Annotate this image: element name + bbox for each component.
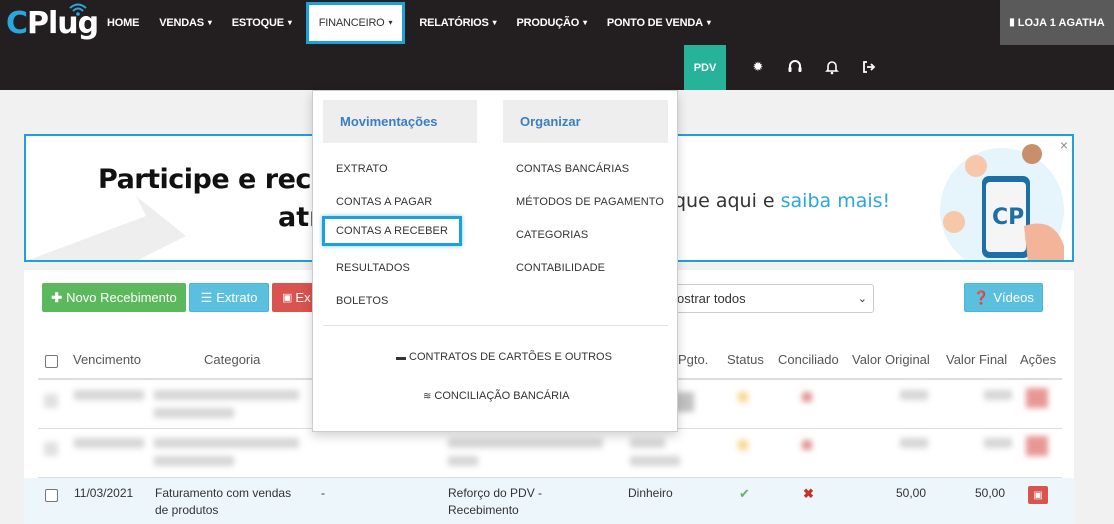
caret-down-icon: ▾ [492,18,497,27]
caret-down-icon: ▾ [207,18,212,27]
sign-out-icon[interactable] [861,59,877,75]
store-label: LOJA 1 AGATHA [1017,16,1105,29]
check-icon: ✔ [739,486,750,501]
store-selector[interactable]: ▮ LOJA 1 AGATHA [1000,0,1114,45]
delete-button[interactable]: ▣ [1028,486,1048,504]
select-all-checkbox[interactable] [45,355,58,368]
menu-item-extrato[interactable]: EXTRATO [336,163,388,175]
question-circle-icon: ❓ [973,289,990,305]
cell-valor-original: 50,00 [896,486,927,500]
secondary-bar: PDV ✹ [0,45,1114,90]
nav-producao[interactable]: PRODUÇÃO ▾ [507,0,597,45]
x-icon: ✖ [803,486,814,501]
menu-item-contas-bancarias[interactable]: CONTAS BANCÁRIAS [516,163,629,175]
cell-pgto: Dinheiro [628,486,673,500]
col-pgto[interactable]: Pgto. [678,352,708,367]
nav-ponto-de-venda[interactable]: PONTO DE VENDA ▾ [597,0,721,45]
menu-item-contratos[interactable]: ▬ CONTRATOS DE CARTÕES E OUTROS [396,351,612,363]
list-icon: ☰ [200,289,213,305]
close-icon[interactable]: × [1060,137,1068,153]
menu-heading-organizar: Organizar [503,100,668,143]
table-row-blurred [38,430,1062,478]
filter-select[interactable]: ostrar todos ⌄ [650,284,874,313]
banner-cta-text: que aqui e saiba mais! [674,190,891,212]
nav-relatorios[interactable]: RELATÓRIOS ▾ [409,0,506,45]
row-checkbox[interactable] [45,489,58,502]
menu-item-contabilidade[interactable]: CONTABILIDADE [516,262,605,274]
money-icon: ≋ [423,390,432,402]
menu-divider [323,325,668,326]
menu-item-metodos-de-pagamento[interactable]: MÉTODOS DE PAGAMENTO [516,196,664,208]
menu-item-categorias[interactable]: CATEGORIAS [516,229,588,241]
phone-illustration: CP [940,144,1064,260]
caret-down-icon: ▾ [706,18,711,27]
nav-financeiro[interactable]: FINANCEIRO ▾ [305,1,406,44]
videos-button[interactable]: ❓ Vídeos [964,283,1043,312]
cplug-logo[interactable]: CPlug [6,3,99,42]
trash-icon: ▣ [282,292,293,304]
caret-down-icon: ▾ [287,18,292,27]
main-nav: HOME VENDAS ▾ ESTOQUE ▾ FINANCEIRO ▾ RELATÓ… [97,0,721,45]
building-icon: ▮ [1009,17,1015,28]
cell-descricao: Reforço do PDV - Recebimento [448,486,543,517]
pdv-button[interactable]: PDV [684,45,726,90]
gear-icon[interactable]: ✹ [750,59,766,75]
caret-down-icon: ▾ [388,18,393,27]
chevron-down-icon: ⌄ [857,293,867,305]
bell-icon[interactable] [824,59,840,75]
caret-down-icon: ▾ [583,18,587,27]
new-receipt-button[interactable]: ✚ Novo Recebimento [42,283,186,312]
menu-item-resultados[interactable]: RESULTADOS [336,262,410,274]
nav-vendas[interactable]: VENDAS ▾ [149,0,221,45]
menu-item-boletos[interactable]: BOLETOS [336,295,388,307]
svg-text:CP: CP [992,205,1024,230]
col-valor-final[interactable]: Valor Final [946,352,1007,367]
nav-estoque[interactable]: ESTOQUE ▾ [222,0,302,45]
plus-icon: ✚ [51,289,63,305]
nav-home[interactable]: HOME [97,0,149,45]
col-vencimento[interactable]: Vencimento [73,352,141,367]
col-acoes[interactable]: Ações [1020,352,1056,367]
trash-icon: ▣ [1033,489,1043,501]
cell-col3: - [321,486,325,500]
cell-categoria: Faturamento com vendas de produtos [155,486,292,517]
col-valor-original[interactable]: Valor Original [852,352,930,367]
financeiro-dropdown: Movimentações Organizar EXTRATO CONTAS A… [312,90,678,432]
menu-item-conciliacao[interactable]: ≋ CONCILIAÇÃO BANCÁRIA [423,390,569,402]
export-button[interactable]: ▣ Ex [272,283,316,312]
menu-item-contas-a-receber[interactable]: CONTAS A RECEBER [322,216,463,246]
banner-title: Participe e rece [98,164,329,195]
cell-valor-final: 50,00 [975,486,1006,500]
cell-vencimento: 11/03/2021 [74,486,134,500]
menu-item-contas-a-pagar[interactable]: CONTAS A PAGAR [336,196,432,208]
banner-link: saiba mais [780,190,883,212]
extrato-button[interactable]: ☰ Extrato [189,283,269,312]
wifi-icon [69,3,87,16]
menu-heading-movimentacoes: Movimentações [323,100,477,143]
top-navbar: CPlug HOME VENDAS ▾ ESTOQUE ▾ FINANCEIRO ▾ … [0,0,1114,45]
col-conciliado[interactable]: Conciliado [778,352,839,367]
col-categoria[interactable]: Categoria [204,352,260,367]
headset-icon[interactable] [787,59,803,75]
credit-card-icon: ▬ [396,351,406,363]
col-status[interactable]: Status [727,352,764,367]
